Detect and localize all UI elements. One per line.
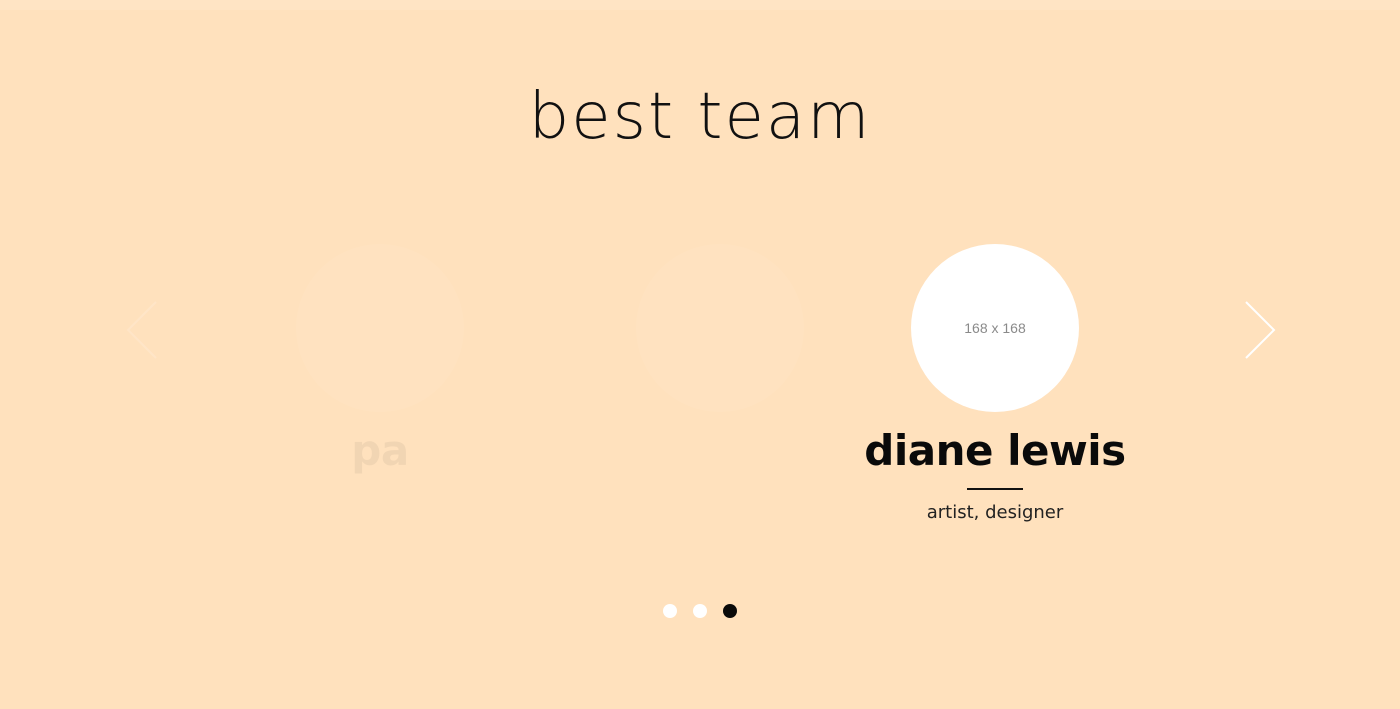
carousel-next-button[interactable]: [1240, 300, 1280, 360]
team-member-card: 168 x 168 diane lewis artist, designer: [845, 244, 1145, 523]
section-title: best team: [528, 80, 872, 154]
member-name: diane lewis: [864, 426, 1126, 475]
member-avatar: [636, 244, 804, 412]
chevron-left-icon: [126, 301, 157, 359]
name-divider: [967, 488, 1023, 490]
team-member-card: [570, 244, 870, 426]
member-name: pa: [351, 426, 409, 475]
pagination-dot-1[interactable]: [663, 604, 677, 618]
member-role: artist, designer: [926, 502, 1064, 523]
team-member-card: pa: [230, 244, 530, 488]
pagination-dot-3[interactable]: [723, 604, 737, 618]
carousel-prev-button[interactable]: [122, 300, 162, 360]
chevron-right-icon: [1245, 301, 1276, 359]
member-avatar: [296, 244, 464, 412]
carousel-pagination: [0, 604, 1400, 618]
top-strip: [0, 0, 1400, 10]
pagination-dot-2[interactable]: [693, 604, 707, 618]
member-avatar: 168 x 168: [911, 244, 1079, 412]
team-carousel: pa 168 x 168 diane lewis artist, designe…: [0, 200, 1400, 580]
